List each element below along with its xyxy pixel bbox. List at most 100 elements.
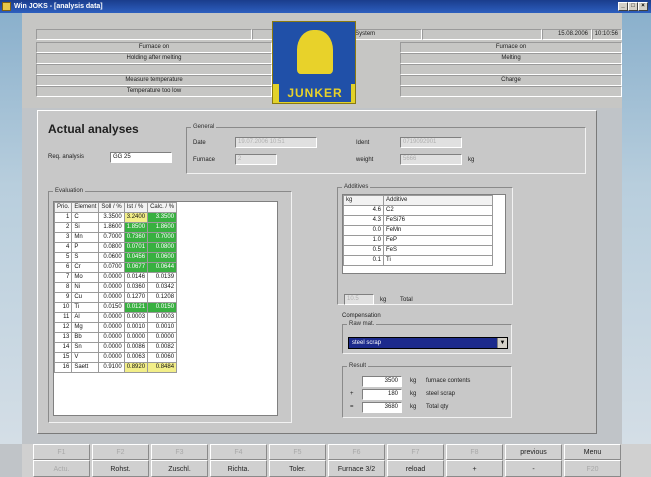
eval-cell-ist: 3.2400 (123, 212, 149, 223)
eval-cell-element: Mo (71, 272, 100, 283)
fkey-top-button[interactable]: F2 (92, 444, 149, 460)
list-item[interactable]: 1.0 FeP (343, 235, 493, 246)
fkey-top-button[interactable]: F1 (33, 444, 90, 460)
list-item[interactable]: 0.5 FeS (343, 245, 493, 256)
additive-col-1: Additive (383, 195, 493, 206)
eval-cell-ist: 0.0360 (123, 282, 149, 293)
fkey-top-button[interactable]: F8 (446, 444, 503, 460)
eval-cell-prio: 11 (53, 312, 73, 323)
table-row[interactable]: 3 Mn 0.7000 0.7360 0.7000 (53, 232, 178, 243)
table-row[interactable]: 14 Sn 0.0000 0.0086 0.0082 (53, 342, 178, 353)
header-left-status-3: Measure temperature (36, 75, 272, 86)
fkey-bottom-button[interactable]: Furnace 3/2 (328, 460, 385, 477)
table-row[interactable]: 15 V 0.0000 0.0063 0.0060 (53, 352, 178, 363)
eval-cell-soll: 0.0000 (98, 352, 125, 363)
fkey-top-button[interactable]: previous (505, 444, 562, 460)
minimize-button[interactable]: _ (618, 2, 628, 11)
eval-cell-element: V (71, 352, 100, 363)
result-unit: kg (410, 391, 417, 397)
fkey-top-button[interactable]: F7 (387, 444, 444, 460)
eval-cell-soll: 0.0700 (98, 262, 125, 273)
furnace-label: Furnace (193, 157, 216, 163)
eval-cell-element: Saett (71, 362, 100, 373)
ident-label: Ident (356, 140, 370, 146)
table-row[interactable]: 1 C 3.3500 3.2400 3.3500 (53, 212, 178, 223)
list-item[interactable]: 0.0 FeMn (343, 225, 493, 236)
raw-material-select[interactable]: steel scrap ▼ (348, 337, 508, 349)
fkey-top-button[interactable]: F3 (151, 444, 208, 460)
header-cell-right-blank (422, 29, 542, 40)
result-value-field[interactable]: 3680 (362, 402, 402, 413)
fkey-bottom-button[interactable]: reload (387, 460, 444, 477)
table-row[interactable]: 4 P 0.0800 0.0701 0.0800 (53, 242, 178, 253)
fkey-bottom-button[interactable]: Actu. (33, 460, 90, 477)
table-row[interactable]: 12 Mg 0.0000 0.0010 0.0010 (53, 322, 178, 333)
close-button[interactable]: × (638, 2, 648, 11)
eval-col-element: Element (71, 202, 100, 213)
additives-total-unit: kg (380, 297, 387, 303)
additives-group-title: Additives (342, 183, 371, 191)
furnace-field[interactable]: 2 (235, 154, 277, 165)
fkey-top-button[interactable]: Menu (564, 444, 621, 460)
raw-material-group-title: Raw mat. (347, 320, 377, 328)
window-titlebar: Win JOKS - [analysis data] _ □ × (0, 0, 651, 13)
fkey-bottom-button[interactable]: - (505, 460, 562, 477)
fkey-top-button[interactable]: F6 (328, 444, 385, 460)
list-item[interactable]: 4.6 C2 (343, 205, 493, 216)
table-row[interactable]: 7 Mo 0.0000 0.0146 0.0139 (53, 272, 178, 283)
eval-col-calc: Calc. / % (147, 202, 178, 213)
eval-cell-soll: 0.0800 (98, 242, 125, 253)
result-unit: kg (410, 378, 417, 384)
ident-field[interactable]: 0719092901 (400, 137, 462, 148)
eval-cell-calc: 0.0139 (147, 272, 178, 283)
table-row[interactable]: 8 Ni 0.0000 0.0360 0.0342 (53, 282, 178, 293)
eval-cell-ist: 0.7360 (123, 232, 149, 243)
fkey-bottom-button[interactable]: Rohst. (92, 460, 149, 477)
list-item[interactable]: 4.3 FeSi76 (343, 215, 493, 226)
function-key-8: F8 + (446, 444, 503, 477)
eval-cell-calc: 0.0010 (147, 322, 178, 333)
eval-cell-calc: 3.3500 (147, 212, 178, 223)
eval-cell-element: Al (71, 312, 100, 323)
additives-total-field[interactable]: 10.5 (344, 294, 374, 305)
eval-cell-ist: 0.0003 (123, 312, 149, 323)
table-row[interactable]: 11 Al 0.0000 0.0003 0.0003 (53, 312, 178, 323)
fkey-bottom-button[interactable]: Richta. (210, 460, 267, 477)
fkey-top-button[interactable]: F5 (269, 444, 326, 460)
additive-kg: 1.0 (343, 235, 384, 246)
date-label: Date (193, 140, 206, 146)
fkey-bottom-button[interactable]: + (446, 460, 503, 477)
fkey-bottom-button[interactable]: Zuschl. (151, 460, 208, 477)
fkey-bottom-button[interactable]: Toler. (269, 460, 326, 477)
eval-cell-element: Bb (71, 332, 100, 343)
eval-cell-prio: 13 (53, 332, 73, 343)
header-right-status-2 (400, 64, 622, 75)
chevron-down-icon[interactable]: ▼ (497, 338, 507, 348)
list-item[interactable]: 0.1 Ti (343, 255, 493, 266)
table-row[interactable]: 16 Saett 0.9100 0.8920 0.8484 (53, 362, 178, 373)
result-value-field[interactable]: 3500 (362, 376, 402, 387)
table-row[interactable]: 10 Ti 0.0150 0.0121 0.0150 (53, 302, 178, 313)
eval-cell-soll: 3.3500 (98, 212, 125, 223)
eval-cell-element: Cu (71, 292, 100, 303)
maximize-button[interactable]: □ (628, 2, 638, 11)
eval-cell-calc: 0.0342 (147, 282, 178, 293)
req-analysis-field[interactable]: GG 25 (110, 152, 172, 163)
eval-cell-element: Si (71, 222, 100, 233)
result-value-field[interactable]: 180 (362, 389, 402, 400)
table-row[interactable]: 9 Cu 0.0000 0.1270 0.1208 (53, 292, 178, 303)
eval-cell-element: Cr (71, 262, 100, 273)
eval-cell-prio: 12 (53, 322, 73, 333)
fkey-top-button[interactable]: F4 (210, 444, 267, 460)
function-key-4: F4 Richta. (210, 444, 267, 477)
eval-cell-calc: 0.8484 (147, 362, 178, 373)
date-field[interactable]: 19.07.2006 10:51 (235, 137, 317, 148)
table-row[interactable]: 13 Bb 0.0000 0.0000 0.0000 (53, 332, 178, 343)
eval-cell-calc: 0.0150 (147, 302, 178, 313)
table-row[interactable]: 6 Cr 0.0700 0.0677 0.0644 (53, 262, 178, 273)
table-row[interactable]: 5 S 0.0600 0.0456 0.0600 (53, 252, 178, 263)
weight-field[interactable]: 5666 (400, 154, 462, 165)
table-row[interactable]: 2 Si 1.8600 1.8500 1.8600 (53, 222, 178, 233)
fkey-bottom-button[interactable]: F20 (564, 460, 621, 477)
eval-cell-calc: 0.0060 (147, 352, 178, 363)
